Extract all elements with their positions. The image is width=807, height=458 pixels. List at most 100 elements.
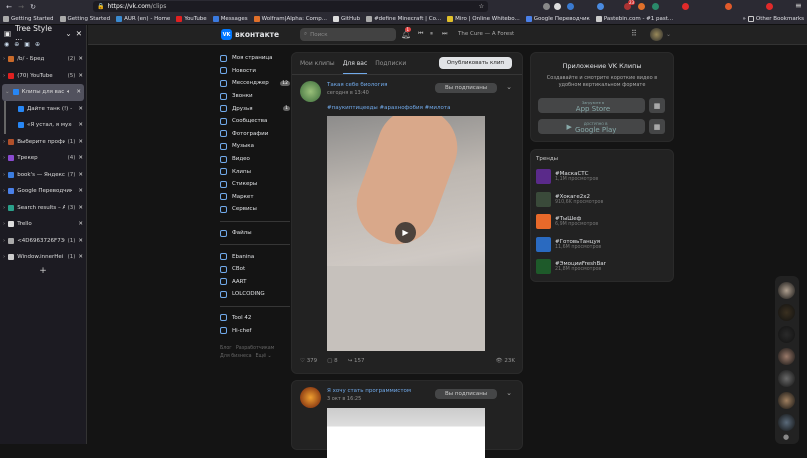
- chevron-down-icon[interactable]: ⌄: [506, 83, 512, 91]
- bookmark[interactable]: AUR (en) - Home: [116, 15, 170, 22]
- author-avatar[interactable]: [300, 387, 321, 408]
- pause-icon[interactable]: ⏸: [430, 30, 433, 38]
- share-button[interactable]: ↪ 157: [348, 358, 365, 364]
- author-name[interactable]: Я хочу стать программистом: [327, 388, 411, 394]
- extension-icon[interactable]: [766, 3, 773, 10]
- twisty-icon[interactable]: ›: [3, 238, 5, 244]
- extension-icon[interactable]: [682, 3, 689, 10]
- close-icon[interactable]: ✕: [76, 89, 81, 95]
- twisty-icon[interactable]: ›: [3, 172, 5, 178]
- close-icon[interactable]: ✕: [78, 221, 83, 227]
- extension-icon[interactable]: [638, 3, 645, 10]
- tab-subscriptions[interactable]: Подписки: [375, 60, 406, 67]
- bookmark[interactable]: Pastebin.com - #1 past...: [595, 15, 673, 22]
- author-avatar[interactable]: [300, 81, 321, 102]
- nav-app[interactable]: Tool 42: [220, 312, 290, 325]
- trend-item[interactable]: #ЭмоцииFreshBar 21,8M просмотров: [536, 259, 606, 274]
- close-icon[interactable]: ✕: [78, 139, 83, 145]
- sidebar-tab[interactable]: › /b/ - Бред (2) ✕: [0, 51, 86, 68]
- qr-code-icon[interactable]: ▦: [649, 119, 665, 134]
- twisty-icon[interactable]: ›: [3, 155, 5, 161]
- google-play-button[interactable]: ▶ ДОСТУПНО В Google Play: [538, 119, 645, 134]
- globe-icon[interactable]: ⊕: [35, 41, 40, 51]
- sidebar-tab[interactable]: › book's — Яндекс (7) ✕: [0, 167, 86, 184]
- prev-track-icon[interactable]: ⏮: [418, 30, 423, 38]
- url-bar[interactable]: 🔒 https://vk.com/clips ☆: [93, 1, 488, 12]
- back-icon[interactable]: ←: [3, 3, 15, 11]
- container-icon[interactable]: ◉: [4, 41, 9, 51]
- close-icon[interactable]: ✕: [78, 238, 83, 244]
- search-input[interactable]: ⌕ Поиск: [300, 28, 396, 41]
- apps-grid-icon[interactable]: ⠿: [631, 29, 637, 38]
- extension-icon[interactable]: [554, 3, 561, 10]
- extension-icon[interactable]: [652, 3, 659, 10]
- reload-icon[interactable]: ↻: [27, 3, 39, 11]
- vk-logo[interactable]: VK вконтакте: [221, 29, 279, 40]
- trend-item[interactable]: #ГотовьТанцуя 11,6M просмотров: [536, 236, 601, 252]
- trend-item[interactable]: #Хокаге2х2 910,6K просмотров: [536, 191, 603, 207]
- sidebar-tab[interactable]: › Trello ✕: [0, 216, 86, 233]
- nav-item[interactable]: Стикеры: [220, 178, 290, 191]
- sidebar-tab[interactable]: › Трекер (4) ✕: [0, 150, 86, 167]
- new-tab-button[interactable]: +: [0, 266, 86, 276]
- clip-video[interactable]: [327, 408, 485, 458]
- menu-icon[interactable]: ≡: [795, 1, 802, 10]
- nav-item[interactable]: Клипы: [220, 165, 290, 178]
- twisty-icon[interactable]: ⌄: [5, 89, 10, 95]
- nav-item[interactable]: Новости: [220, 65, 290, 78]
- nav-app[interactable]: Hi-chef: [220, 324, 290, 337]
- now-playing[interactable]: The Cure — A Forest: [458, 31, 514, 37]
- hashtags[interactable]: #паукиптицееды #арахнофобия #милота: [292, 105, 522, 115]
- chevron-down-icon[interactable]: ⌄: [506, 389, 512, 397]
- close-icon[interactable]: ✕: [78, 172, 83, 178]
- speaker-icon[interactable]: 🔈︎: [67, 89, 70, 96]
- extension-icon[interactable]: [567, 3, 574, 10]
- nav-item[interactable]: Моя страница: [220, 52, 290, 65]
- sidebar-tab[interactable]: › Выберите профи (1) ✕: [0, 134, 86, 151]
- close-icon[interactable]: ✕: [78, 122, 83, 128]
- forward-icon[interactable]: →: [15, 3, 27, 11]
- sidebar-tab[interactable]: ⌄ Клипы для вас 🔈︎ ✕: [2, 84, 84, 101]
- trend-item[interactable]: #ТыШеф 6,9M просмотров: [536, 214, 598, 229]
- sidebar-tab[interactable]: › (70) YouTube (5) ✕: [0, 68, 86, 85]
- nav-item[interactable]: Маркет: [220, 191, 290, 204]
- twisty-icon[interactable]: ›: [3, 56, 5, 62]
- sidebar-tab[interactable]: «Я устал, я мухом ✕: [4, 117, 86, 134]
- friend-avatar[interactable]: [778, 392, 795, 409]
- app-store-button[interactable]: Загрузите в App Store: [538, 98, 645, 113]
- sidebar-tab[interactable]: › <4D6963726F736 (1) ✕: [0, 233, 86, 250]
- user-avatar[interactable]: [650, 28, 663, 41]
- bookmark[interactable]: Wolfram|Alpha: Comp...: [253, 15, 327, 22]
- close-icon[interactable]: ✕: [78, 73, 83, 79]
- extension-icon[interactable]: [543, 3, 550, 10]
- extension-icon[interactable]: [597, 3, 604, 10]
- qr-code-icon[interactable]: ▦: [649, 98, 665, 113]
- friend-avatar[interactable]: [778, 326, 795, 343]
- bookmark[interactable]: Getting Started: [3, 15, 54, 22]
- footer-link[interactable]: Блог: [220, 346, 232, 351]
- nav-item[interactable]: Мессенджер 12: [220, 77, 290, 90]
- nav-group[interactable]: LOLCODING: [220, 288, 290, 301]
- nav-item[interactable]: Музыка: [220, 140, 290, 153]
- sidebar-tab[interactable]: › Search results – A (3) ✕: [0, 200, 86, 217]
- nav-item[interactable]: Сообщества: [220, 115, 290, 128]
- comment-button[interactable]: ▢ 8: [327, 358, 337, 364]
- close-icon[interactable]: ✕: [76, 29, 82, 38]
- nav-item[interactable]: Друзья 1: [220, 102, 290, 115]
- friend-avatar[interactable]: [778, 348, 795, 365]
- friend-avatar[interactable]: [778, 282, 795, 299]
- friend-avatar[interactable]: [778, 304, 795, 321]
- nav-item[interactable]: Сервисы: [220, 203, 290, 216]
- friend-avatar[interactable]: [778, 370, 795, 387]
- tab-for-you[interactable]: Для вас: [342, 53, 368, 74]
- bookmark[interactable]: Google Переводчик: [525, 15, 590, 22]
- trend-item[interactable]: #МаскаСТС 1,1M просмотров: [536, 169, 598, 184]
- bookmark[interactable]: GitHub: [333, 15, 360, 22]
- close-icon[interactable]: ✕: [78, 155, 83, 161]
- bookmark[interactable]: YouTube: [176, 15, 207, 22]
- close-icon[interactable]: ✕: [78, 56, 83, 62]
- bookmark[interactable]: #define Minecraft | Co...: [366, 15, 441, 22]
- extension-icon[interactable]: [725, 3, 732, 10]
- chevron-down-icon[interactable]: ⌄: [65, 29, 71, 38]
- next-track-icon[interactable]: ⏭: [442, 30, 447, 38]
